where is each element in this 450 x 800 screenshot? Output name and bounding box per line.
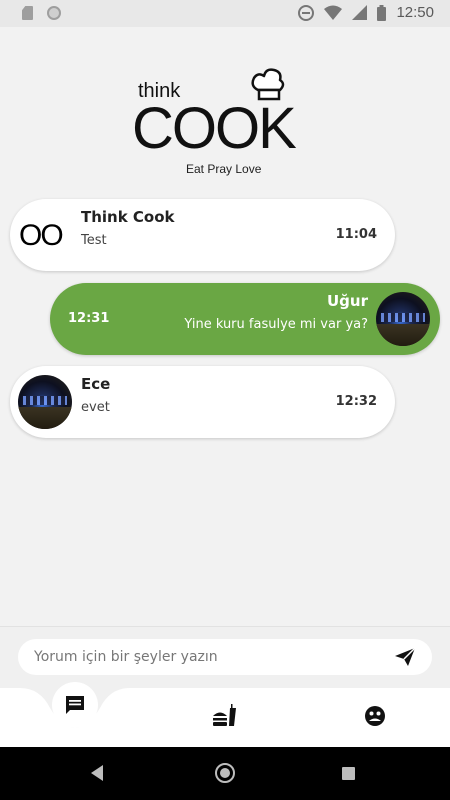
recent-apps-icon[interactable] (342, 767, 355, 780)
chef-hat-icon (251, 68, 285, 101)
chat-icon (66, 696, 84, 714)
nav-food-button[interactable] (205, 696, 245, 736)
comment-input[interactable] (18, 639, 432, 675)
message-bubble[interactable]: Ece evet 12:32 (10, 366, 395, 438)
fastfood-icon (213, 704, 236, 726)
signal-icon (352, 5, 368, 20)
message-time: 11:04 (335, 227, 377, 242)
message-sender: Uğur (327, 292, 368, 310)
nav-chat-button[interactable] (55, 685, 95, 725)
home-icon[interactable] (215, 763, 235, 783)
avatar: OO (18, 208, 72, 262)
avatar (376, 292, 430, 346)
nav-profile-button[interactable] (355, 696, 395, 736)
message-time: 12:32 (335, 394, 377, 409)
wifi-icon (324, 5, 343, 20)
minus-circle-icon (298, 4, 315, 21)
avatar (18, 375, 72, 429)
logo-tagline: Eat Pray Love (186, 162, 262, 176)
message-time: 12:31 (68, 311, 110, 326)
status-bar: 12:50 (0, 0, 450, 27)
message-text: evet (81, 400, 110, 415)
sync-icon (47, 6, 61, 20)
battery-icon (377, 4, 387, 21)
back-icon[interactable] (91, 765, 103, 781)
message-text: Test (81, 233, 107, 248)
send-icon (395, 647, 416, 666)
send-button[interactable] (392, 645, 418, 669)
think-cook-logo: think COOK Eat Pray Love (130, 68, 320, 188)
message-bubble-own[interactable]: 12:31 Uğur Yine kuru fasulye mi var ya? (50, 283, 440, 355)
message-text: Yine kuru fasulye mi var ya? (184, 317, 368, 332)
profile-icon (365, 706, 385, 726)
status-time: 12:50 (396, 4, 434, 21)
message-sender: Think Cook (81, 208, 175, 226)
think-cook-avatar-logo: OO (19, 219, 64, 252)
sd-card-icon (22, 6, 33, 20)
message-bubble[interactable]: OO Think Cook Test 11:04 (10, 199, 395, 271)
logo-cook-text: COOK (132, 96, 297, 161)
message-sender: Ece (81, 375, 111, 393)
